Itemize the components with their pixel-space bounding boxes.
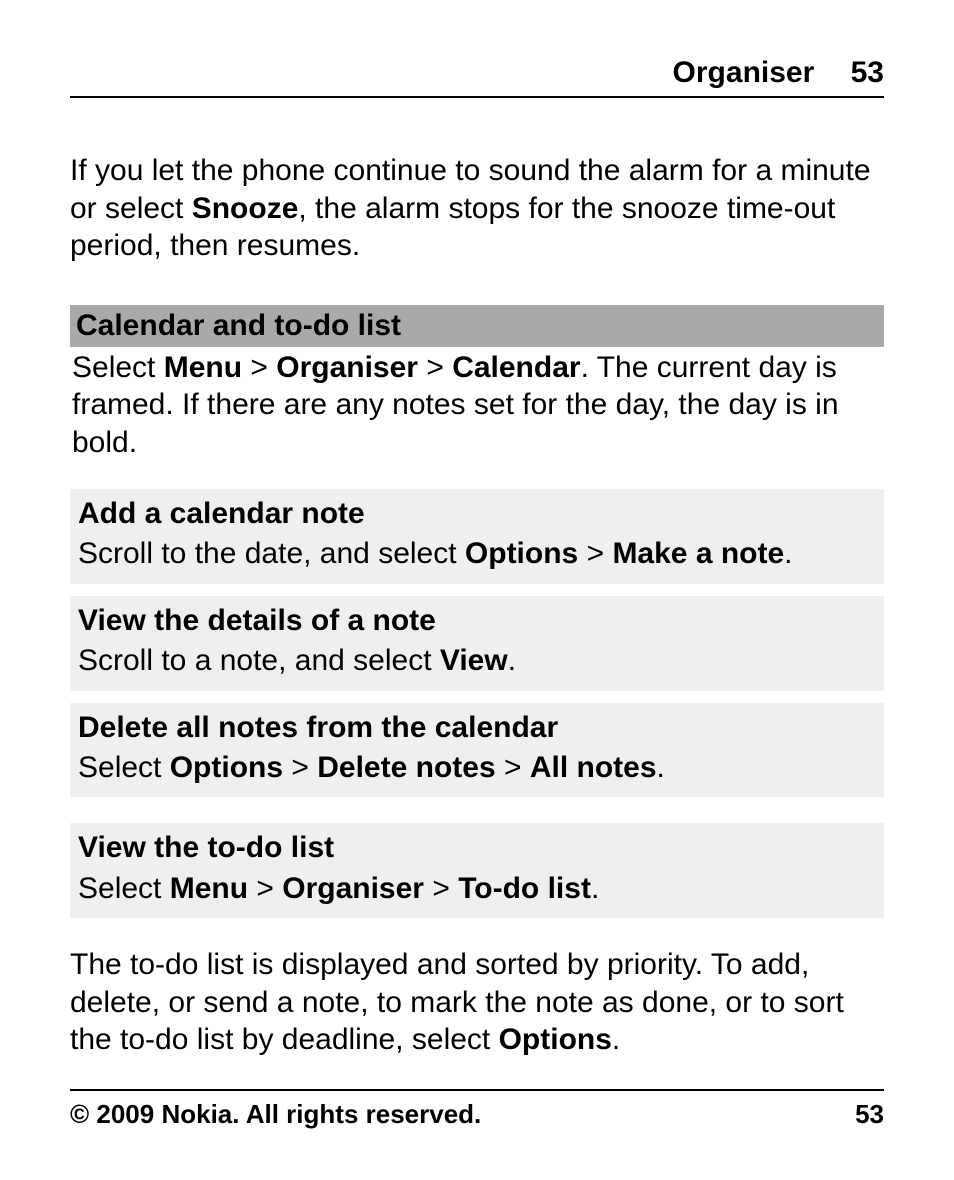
intro-paragraph: If you let the phone continue to sound t… [70, 152, 884, 265]
bold-options: Options [170, 751, 283, 784]
page-footer: © 2009 Nokia. All rights reserved. 53 [70, 1089, 884, 1130]
text: > [496, 751, 530, 784]
text: The to-do list is displayed and sorted b… [70, 948, 844, 1056]
bold-delete-notes: Delete notes [317, 751, 495, 784]
sub-view-details: View the details of a note Scroll to a n… [70, 596, 884, 691]
text: Select [72, 351, 164, 384]
text: . [508, 644, 516, 677]
bold-view: View [440, 644, 508, 677]
bold-options: Options [499, 1023, 612, 1056]
bold-menu: Menu [170, 872, 248, 905]
footer-page-number: 53 [855, 1099, 884, 1130]
sub-title: View the details of a note [78, 602, 876, 640]
section-heading: Calendar and to-do list [70, 305, 884, 347]
bold-options: Options [465, 537, 578, 570]
page-header: Organiser 53 [70, 56, 884, 98]
header-page-number: 53 [851, 56, 884, 89]
outro-paragraph: The to-do list is displayed and sorted b… [70, 946, 884, 1059]
sub-title: Delete all notes from the calendar [78, 709, 876, 747]
sub-body: Scroll to a note, and select View. [78, 642, 876, 680]
bold-snooze: Snooze [192, 192, 299, 225]
text: > [578, 537, 612, 570]
sub-body: Scroll to the date, and select Options >… [78, 535, 876, 573]
sub-body: Select Options > Delete notes > All note… [78, 749, 876, 787]
sub-add-calendar-note: Add a calendar note Scroll to the date, … [70, 489, 884, 584]
text: > [418, 351, 452, 384]
text: . [657, 751, 665, 784]
bold-menu: Menu [164, 351, 242, 384]
footer-copyright: © 2009 Nokia. All rights reserved. [70, 1099, 481, 1130]
sub-title: Add a calendar note [78, 495, 876, 533]
bold-todo-list: To-do list [458, 872, 591, 905]
sub-view-todo-list: View the to-do list Select Menu > Organi… [70, 823, 884, 918]
text: > [283, 751, 317, 784]
bold-all-notes: All notes [530, 751, 657, 784]
text: . [612, 1023, 620, 1056]
sub-body: Select Menu > Organiser > To-do list. [78, 870, 876, 908]
bold-make-a-note: Make a note [612, 537, 784, 570]
sub-delete-all-notes: Delete all notes from the calendar Selec… [70, 703, 884, 798]
section-body: Select Menu > Organiser > Calendar. The … [70, 349, 884, 462]
text: > [248, 872, 282, 905]
text: Scroll to the date, and select [78, 537, 465, 570]
sub-title: View the to-do list [78, 829, 876, 867]
bold-organiser: Organiser [276, 351, 418, 384]
text: . [591, 872, 599, 905]
header-title: Organiser [673, 56, 815, 89]
text: > [242, 351, 276, 384]
bold-calendar: Calendar [452, 351, 580, 384]
text: Select [78, 751, 170, 784]
text: Scroll to a note, and select [78, 644, 440, 677]
bold-organiser: Organiser [282, 872, 424, 905]
text: > [424, 872, 458, 905]
text: Select [78, 872, 170, 905]
text: . [784, 537, 792, 570]
